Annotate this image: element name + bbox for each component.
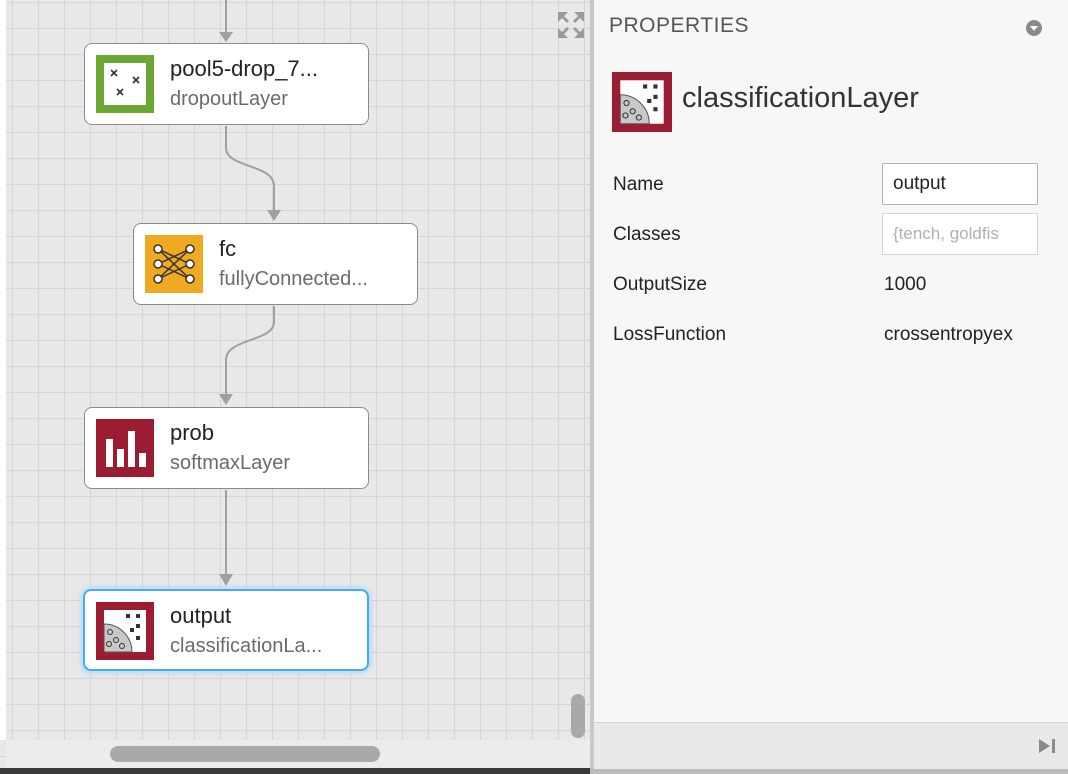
classification-icon: [96, 602, 154, 660]
layer-node-type: softmaxLayer: [170, 452, 291, 474]
properties-title: PROPERTIES: [609, 14, 749, 37]
layer-node-type: classificationLa...: [170, 635, 323, 657]
classification-icon: [612, 72, 672, 132]
layer-node-name: output: [170, 603, 232, 628]
network-canvas[interactable]: pool5-drop_7... dropoutLayer fc fullyCon…: [0, 0, 590, 768]
arrowhead-top: [219, 32, 233, 42]
classes-field: [882, 213, 1038, 255]
collapse-panel-icon[interactable]: [1026, 20, 1042, 36]
status-strip: [0, 768, 590, 774]
layer-node-name: pool5-drop_7...: [170, 56, 318, 81]
softmax-icon: [96, 419, 154, 477]
layer-node-name: prob: [170, 420, 215, 445]
layer-node-name: fc: [219, 236, 237, 261]
connector-fc-prob: [225, 306, 275, 394]
layer-type-title: classificationLayer: [682, 82, 919, 114]
connector-drop-fc: [225, 126, 275, 212]
fully-connected-icon: [145, 235, 203, 293]
layer-node-prob[interactable]: prob softmaxLayer: [84, 407, 369, 489]
layer-node-fc[interactable]: fc fullyConnected...: [133, 223, 418, 305]
layer-node-type: fullyConnected...: [219, 268, 368, 290]
property-label-loss-function: LossFunction: [613, 324, 727, 345]
layer-node-output[interactable]: output classificationLa...: [83, 589, 369, 671]
properties-panel: PROPERTIES classificationLayer Name Clas…: [590, 0, 1068, 769]
property-label-name: Name: [613, 174, 664, 195]
horizontal-scrollbar[interactable]: [110, 746, 380, 762]
dropout-icon: [96, 55, 154, 113]
fit-to-view-icon[interactable]: [556, 10, 586, 40]
property-label-output-size: OutputSize: [613, 274, 707, 295]
layer-node-type: dropoutLayer: [170, 88, 288, 110]
output-size-value: 1000: [884, 274, 927, 295]
arrowhead-output: [219, 574, 233, 586]
loss-function-value: crossentropyex: [884, 324, 1013, 345]
vertical-scrollbar[interactable]: [571, 694, 585, 738]
name-field[interactable]: [882, 163, 1038, 205]
skip-to-end-icon[interactable]: [1036, 737, 1058, 755]
arrowhead-prob: [219, 394, 233, 405]
layer-node-dropout[interactable]: pool5-drop_7... dropoutLayer: [84, 43, 369, 125]
property-label-classes: Classes: [613, 224, 681, 245]
properties-footer: [594, 722, 1068, 769]
arrowhead-fc: [267, 210, 281, 221]
